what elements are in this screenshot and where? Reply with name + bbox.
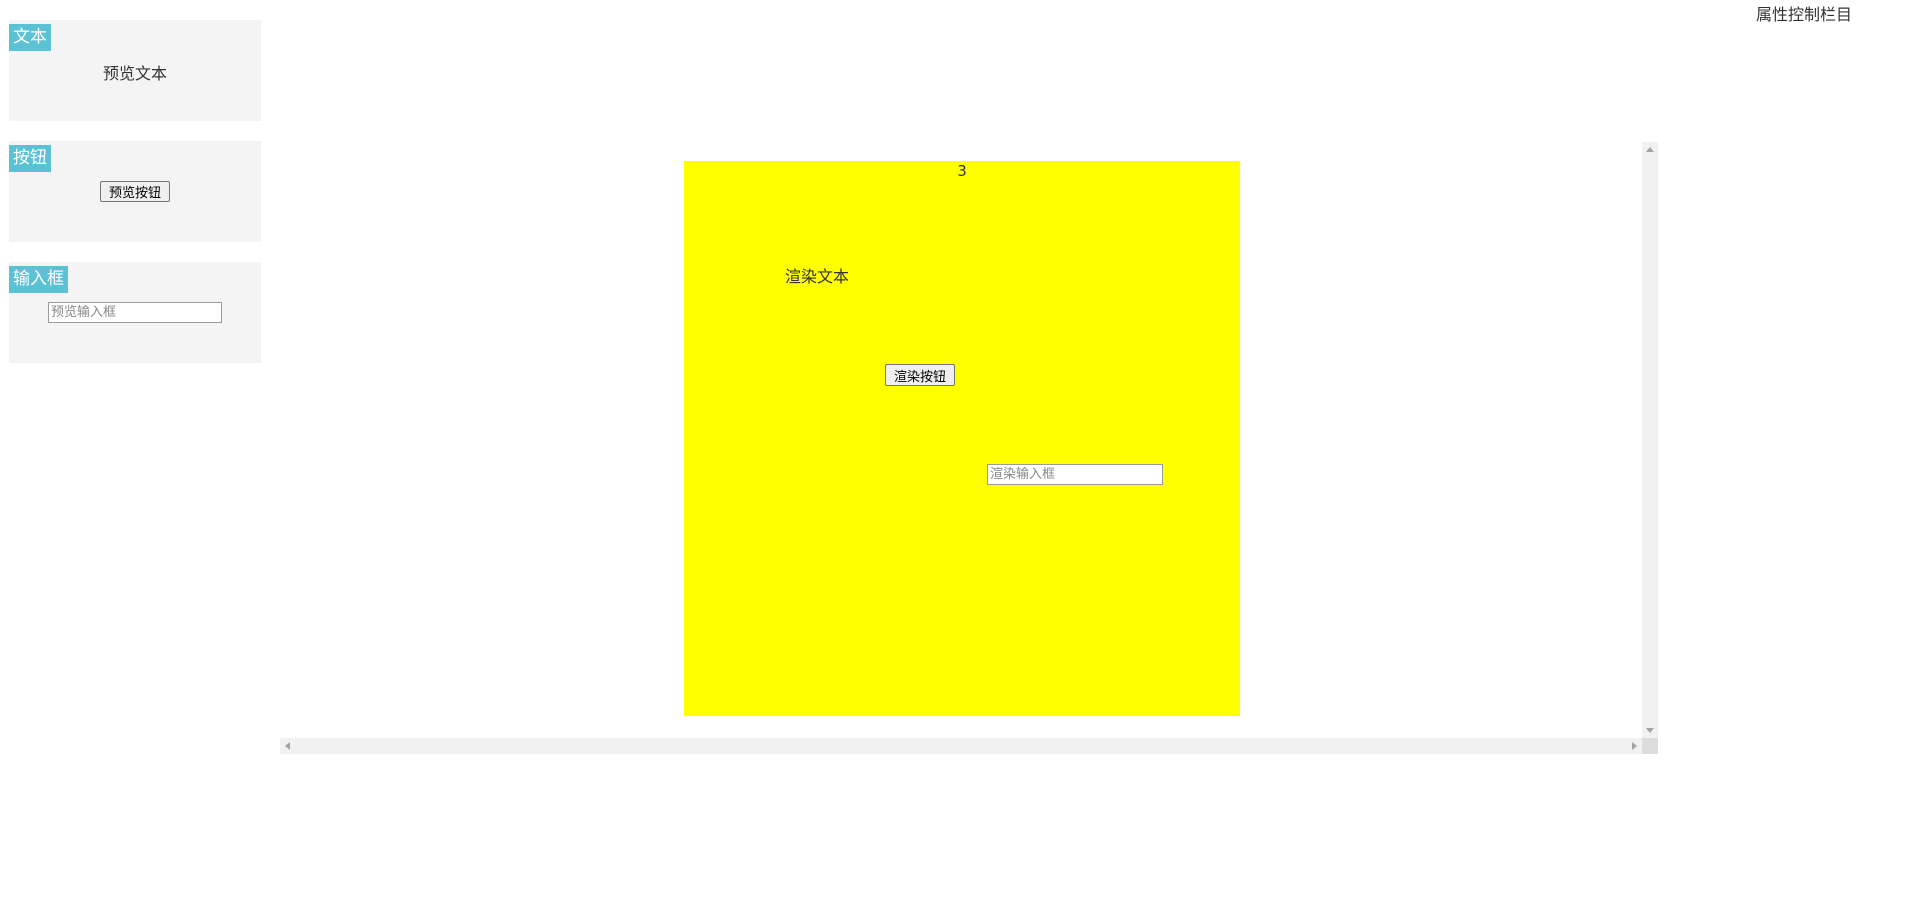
- text-component-panel[interactable]: 文本 预览文本: [9, 20, 261, 121]
- preview-button[interactable]: 预览按钮: [100, 181, 170, 202]
- render-text[interactable]: 渲染文本: [785, 263, 849, 287]
- component-count: 3: [957, 162, 967, 180]
- button-component-tag: 按钮: [9, 145, 51, 172]
- button-component-panel[interactable]: 按钮 预览按钮: [9, 141, 261, 242]
- text-component-tag: 文本: [9, 24, 51, 51]
- horizontal-scrollbar[interactable]: [280, 738, 1642, 754]
- input-component-tag: 输入框: [9, 266, 68, 293]
- scrollbar-corner: [1642, 738, 1658, 754]
- scroll-right-arrow-icon[interactable]: [1632, 742, 1637, 750]
- render-canvas[interactable]: 3 渲染文本 渲染按钮: [684, 161, 1240, 716]
- scroll-down-arrow-icon[interactable]: [1646, 728, 1654, 733]
- scroll-left-arrow-icon[interactable]: [285, 742, 290, 750]
- vertical-scrollbar[interactable]: [1642, 142, 1658, 738]
- preview-input[interactable]: [48, 302, 222, 323]
- property-panel-title: 属性控制栏目: [1756, 5, 1853, 24]
- scroll-up-arrow-icon[interactable]: [1646, 147, 1654, 152]
- canvas-scroll-area[interactable]: 3 渲染文本 渲染按钮: [280, 142, 1658, 754]
- render-button[interactable]: 渲染按钮: [885, 364, 955, 386]
- input-component-panel[interactable]: 输入框: [9, 262, 261, 363]
- render-input[interactable]: [987, 464, 1163, 485]
- preview-text[interactable]: 预览文本: [9, 60, 261, 84]
